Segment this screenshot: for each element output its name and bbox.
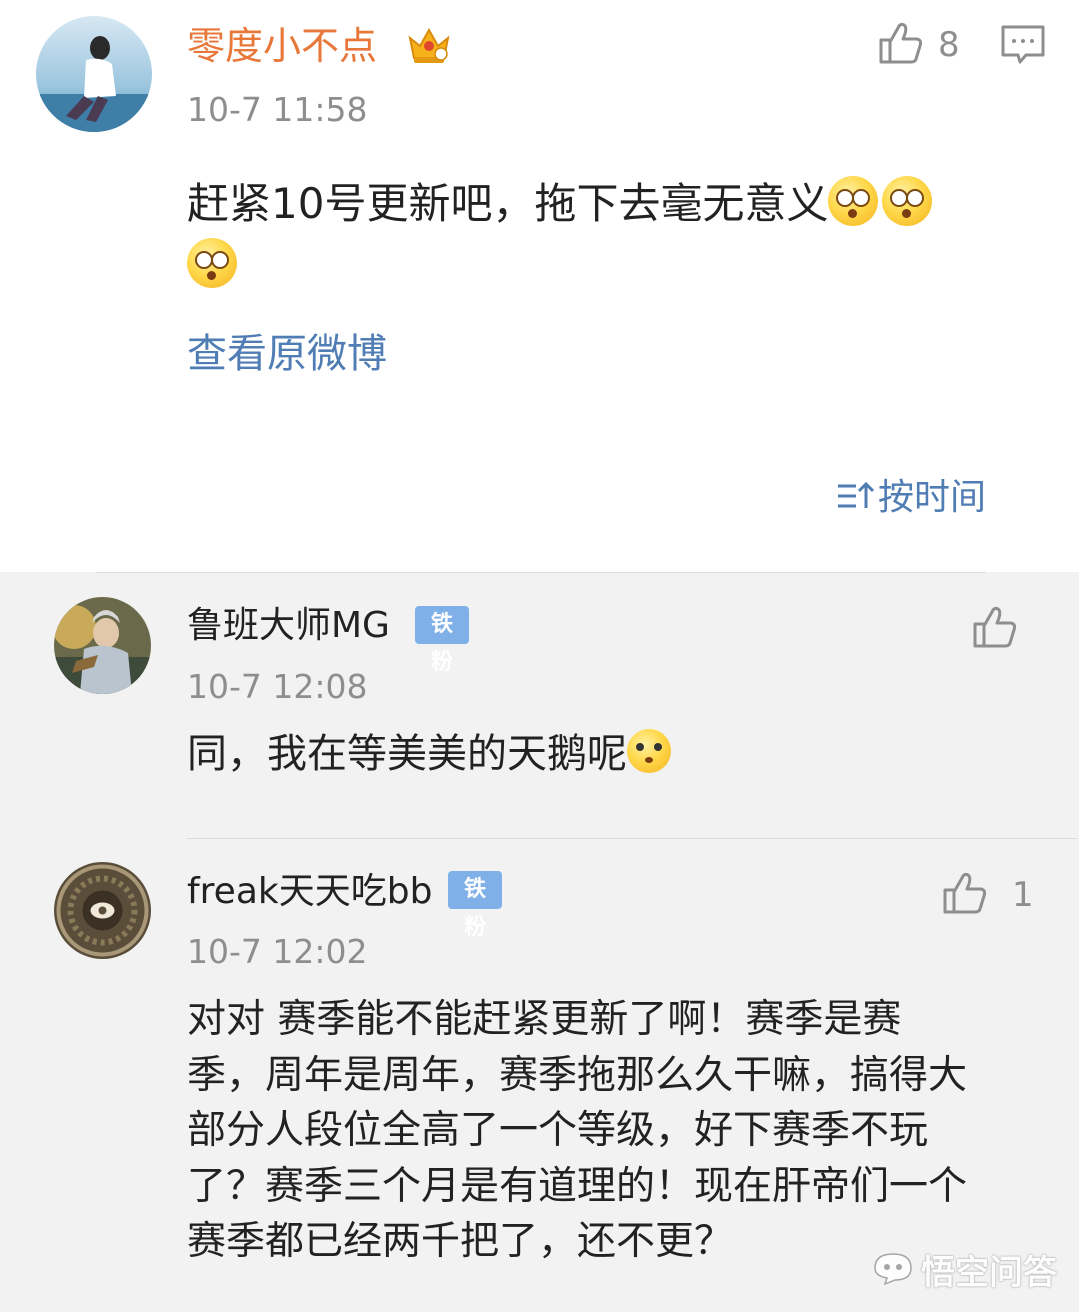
- thumbs-up-icon[interactable]: [942, 870, 988, 920]
- reply-timestamp: 10-7 12:02: [187, 932, 368, 971]
- dizzy-face-emoji-icon: [828, 176, 879, 226]
- divider: [96, 572, 986, 573]
- reply-text-line: 季，周年是周年，赛季拖那么久干嘛，搞得大: [187, 1053, 968, 1098]
- sort-icon: [836, 480, 875, 516]
- reply-text-line: 赛季都已经两千把了，还不更？: [187, 1219, 734, 1264]
- reply-like-count: 1: [1012, 875, 1034, 915]
- main-comment-avatar[interactable]: [36, 16, 152, 132]
- reply-avatar[interactable]: [54, 597, 151, 694]
- main-comment-text: 赶紧10号更新吧，拖下去毫无意义: [187, 176, 933, 232]
- reply-text-line: 部分人段位全高了一个等级，好下赛季不玩: [187, 1108, 929, 1153]
- main-comment-username[interactable]: 零度小不点: [187, 27, 377, 65]
- reply-username[interactable]: freak天天吃bb: [187, 874, 432, 910]
- sort-label: 按时间: [878, 477, 987, 518]
- watermark: 悟空问答: [871, 1245, 1057, 1294]
- reply-text-line: 对对 赛季能不能赶紧更新了啊！赛季是赛: [187, 997, 902, 1042]
- reply-username[interactable]: 鲁班大师MG: [187, 608, 390, 644]
- reply-text-line: 同，我在等美美的天鹅呢: [187, 731, 627, 777]
- wukong-logo-icon: [871, 1250, 915, 1290]
- dizzy-face-emoji-icon: [187, 238, 237, 288]
- reply-text-line: 了？赛季三个月是有道理的！现在肝帝们一个: [187, 1164, 968, 1209]
- watermark-text: 悟空问答: [921, 1253, 1057, 1293]
- sort-by-time-button[interactable]: 按时间: [836, 478, 986, 518]
- divider: [187, 838, 1077, 839]
- thumbs-up-icon[interactable]: [878, 20, 924, 70]
- comment-bubble-icon[interactable]: [1000, 24, 1046, 70]
- dizzy-face-emoji-icon: [882, 176, 933, 226]
- main-comment-text-line2: [187, 238, 237, 294]
- fan-badge: 铁粉: [415, 606, 469, 675]
- lemon-face-emoji-icon: [627, 729, 671, 773]
- main-comment-section: 零度小不点 10-7 11:58 8 赶紧10号更新吧，拖下去毫无意义 查看原微…: [0, 0, 1079, 572]
- view-original-weibo-link[interactable]: 查看原微博: [187, 334, 387, 374]
- fan-badge: 铁粉: [448, 871, 502, 940]
- main-comment-like-count: 8: [938, 25, 960, 65]
- main-comment-timestamp: 10-7 11:58: [187, 90, 368, 129]
- thumbs-up-icon[interactable]: [972, 604, 1018, 654]
- replies-section: 鲁班大师MG 铁粉 10-7 12:08 同，我在等美美的天鹅呢 freak天天…: [0, 572, 1079, 1312]
- reply-avatar[interactable]: [54, 862, 151, 959]
- crown-icon: [406, 24, 452, 70]
- reply-timestamp: 10-7 12:08: [187, 667, 368, 706]
- main-comment-text-line: 赶紧10号更新吧，拖下去毫无意义: [187, 179, 829, 228]
- reply-text: 同，我在等美美的天鹅呢: [187, 726, 671, 782]
